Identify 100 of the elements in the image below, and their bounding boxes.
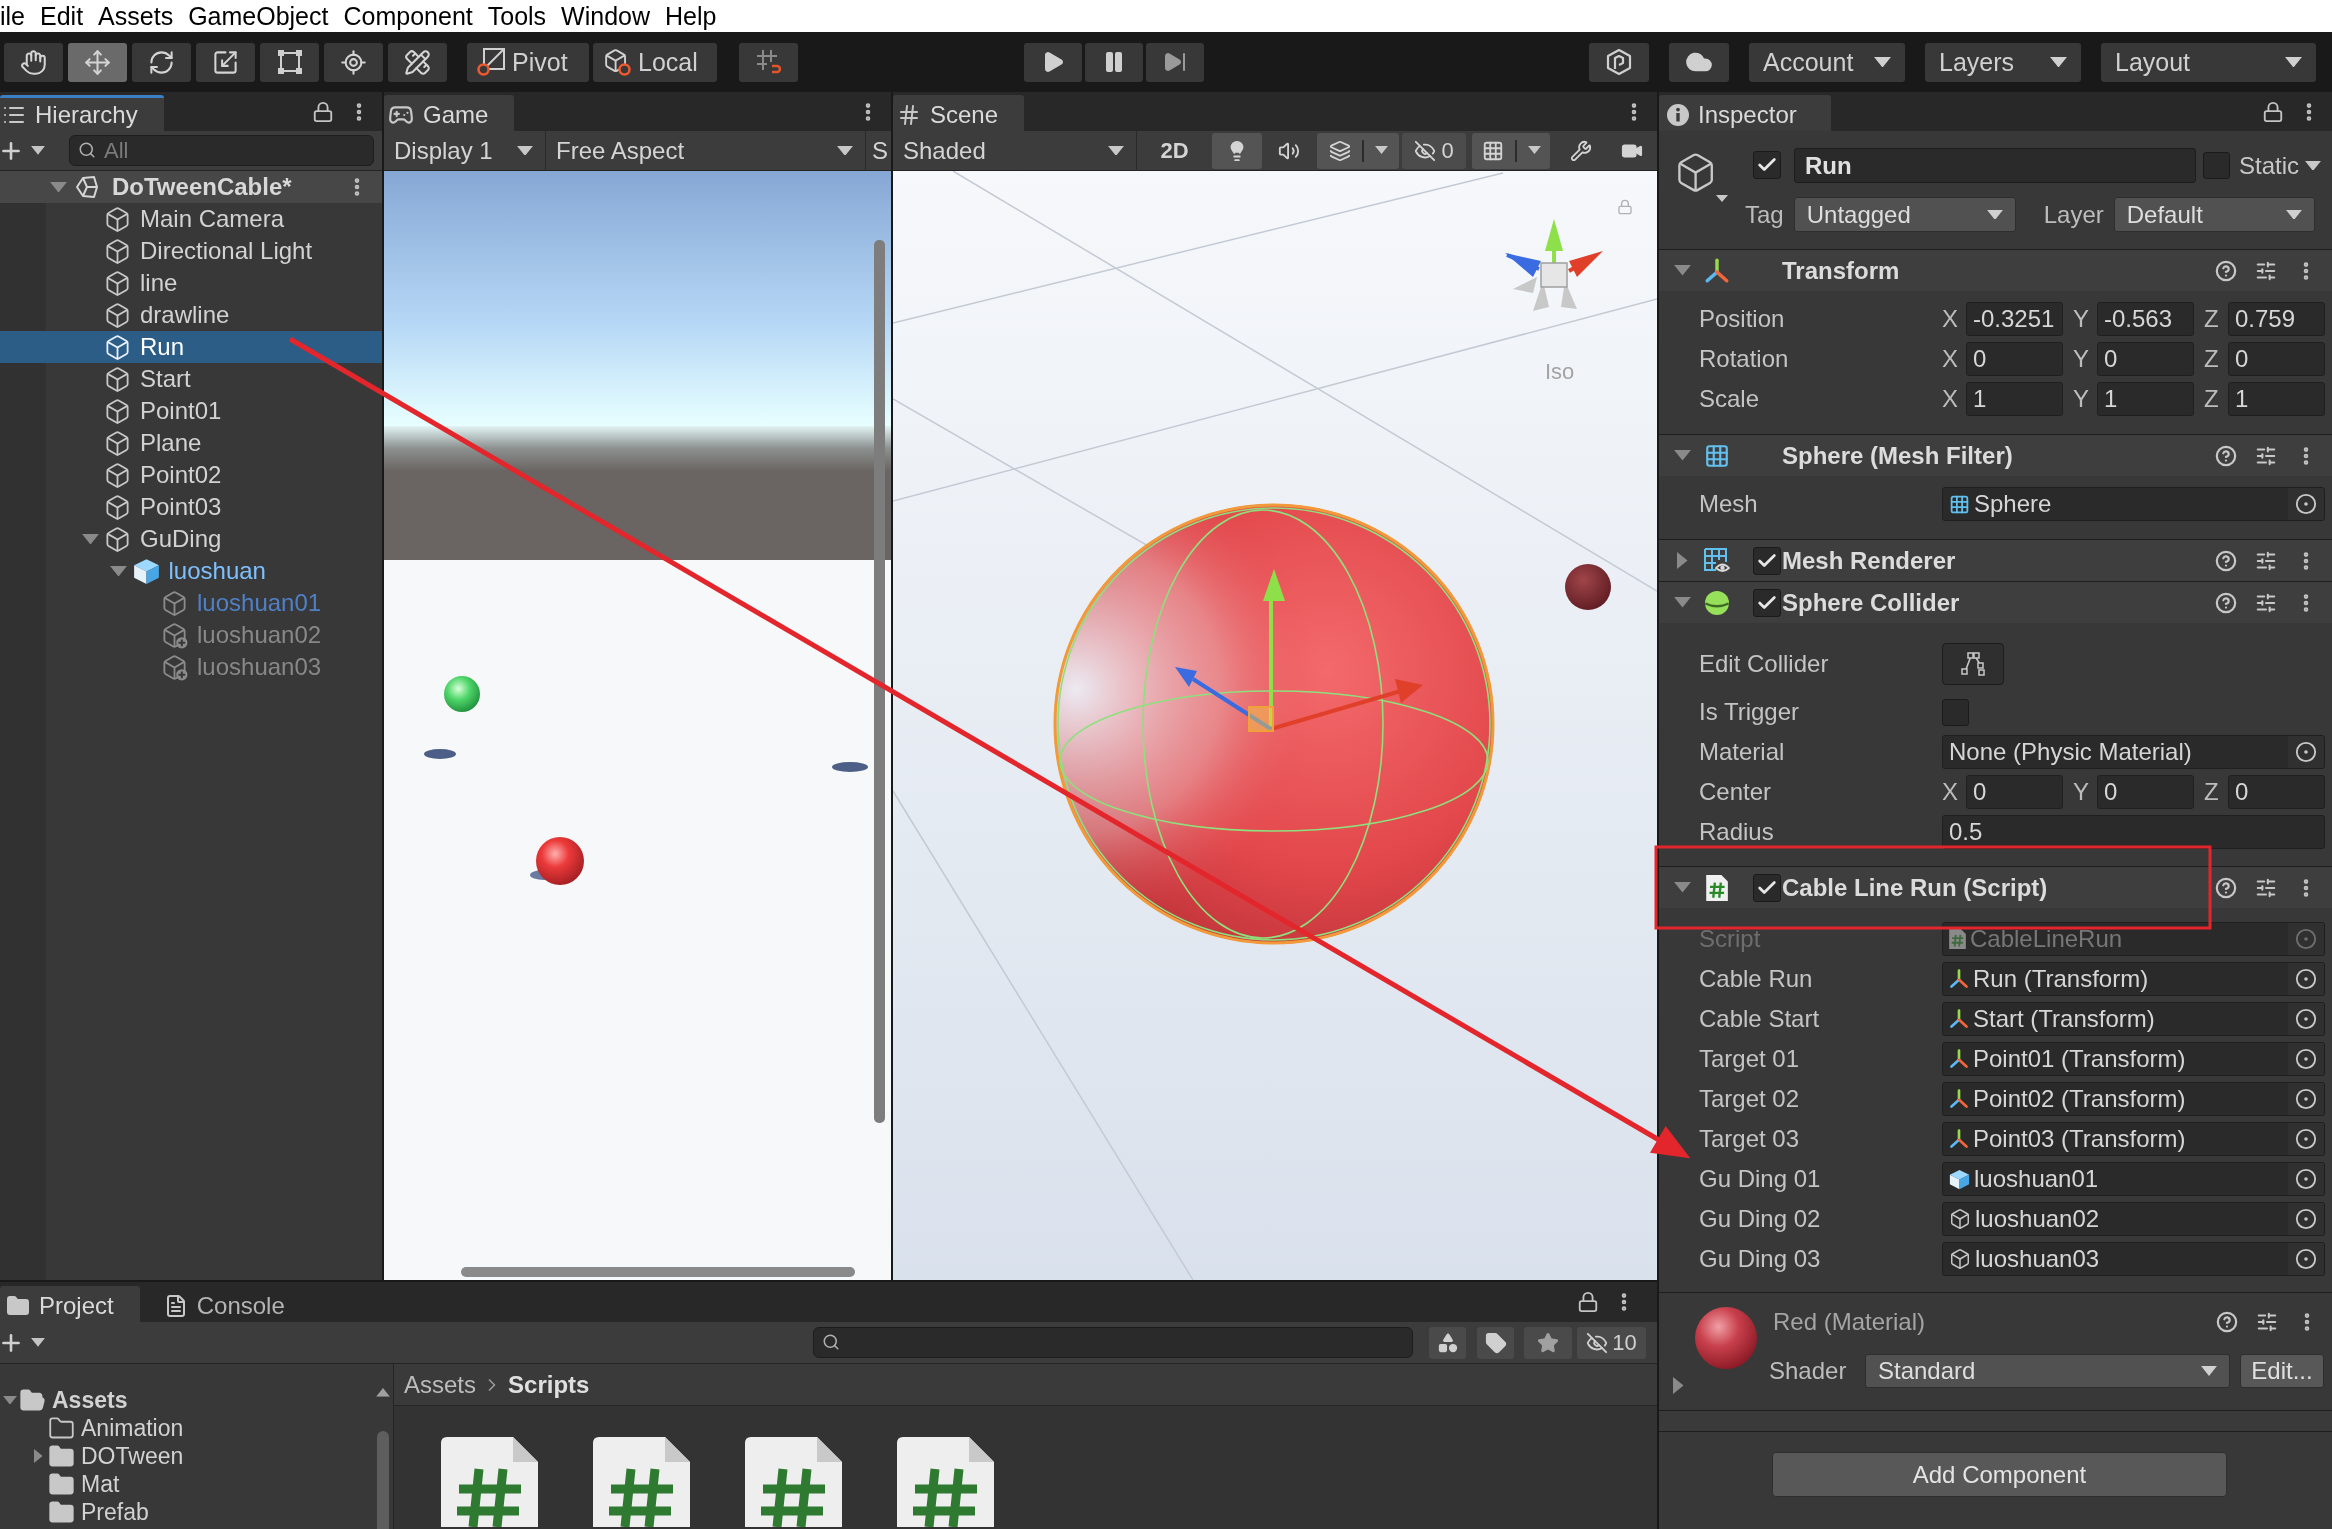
tool-button[interactable]	[132, 42, 191, 82]
layout-dropdown[interactable]: Layout	[2101, 42, 2316, 82]
object-field[interactable]: Point01 (Transform)	[1942, 1042, 2325, 1076]
number-field[interactable]: -0.563	[2097, 302, 2194, 336]
script-file-icon[interactable]	[593, 1437, 690, 1527]
name-field[interactable]: Run	[1794, 148, 2196, 183]
snap-button[interactable]	[739, 42, 798, 82]
foldout-arrow-icon[interactable]	[1677, 552, 1688, 569]
collab-button[interactable]	[1589, 42, 1649, 82]
target-icon[interactable]	[2295, 493, 2317, 515]
preset-sliders-icon[interactable]	[2255, 591, 2277, 614]
hierarchy-item[interactable]: Main Camera	[0, 203, 382, 235]
hierarchy-item[interactable]: Plane	[0, 427, 382, 459]
menu-item[interactable]: Component	[343, 0, 473, 32]
hierarchy-item[interactable]: Directional Light	[0, 235, 382, 267]
preset-sliders-icon[interactable]	[2255, 876, 2277, 899]
number-field[interactable]: 0	[2097, 342, 2194, 376]
target-icon[interactable]	[2295, 968, 2317, 990]
hierarchy-item[interactable]: GuDing	[0, 523, 382, 555]
help-icon[interactable]	[2216, 1311, 2238, 1333]
number-field[interactable]: 1	[2228, 382, 2325, 416]
hierarchy-item[interactable]: Point03	[0, 491, 382, 523]
object-field[interactable]: luoshuan02	[1942, 1202, 2325, 1236]
script-file-icon[interactable]	[897, 1437, 994, 1527]
tool-button[interactable]	[4, 42, 63, 82]
lock-icon[interactable]	[312, 100, 334, 123]
object-field[interactable]: luoshuan01	[1942, 1162, 2325, 1196]
target-icon[interactable]	[2295, 1048, 2317, 1070]
target-icon[interactable]	[2295, 741, 2317, 763]
target-icon[interactable]	[2295, 1008, 2317, 1030]
add-component-button[interactable]: Add Component	[1772, 1452, 2227, 1497]
lighting-toggle[interactable]	[1212, 132, 1262, 169]
preset-sliders-icon[interactable]	[2255, 549, 2277, 572]
panel-tab[interactable]: Project	[0, 1286, 140, 1322]
static-dropdown[interactable]: Static	[2238, 148, 2321, 183]
enable-checkbox[interactable]	[1753, 546, 1781, 575]
script-file-icon[interactable]	[441, 1437, 538, 1527]
shader-dropdown[interactable]: Standard	[1865, 1354, 2230, 1388]
foldout-arrow-icon[interactable]	[1674, 882, 1691, 893]
number-field[interactable]: 0	[1966, 342, 2063, 376]
number-field[interactable]: 0.759	[2228, 302, 2325, 336]
preset-sliders-icon[interactable]	[2256, 1311, 2278, 1333]
target-icon[interactable]	[2295, 1168, 2317, 1190]
active-checkbox[interactable]	[1753, 151, 1781, 179]
effects-toggle[interactable]	[1317, 132, 1399, 169]
tool-button[interactable]	[388, 42, 447, 82]
menu-item[interactable]: Window	[561, 0, 651, 32]
panel-tab[interactable]: Inspector	[1659, 95, 1831, 131]
object-field[interactable]: None (Physic Material)	[1942, 735, 2325, 769]
menu-item[interactable]: Tools	[487, 0, 547, 32]
enable-checkbox[interactable]	[1753, 873, 1781, 902]
tool-button[interactable]	[196, 42, 255, 82]
scrollbar-thumb[interactable]	[376, 1430, 389, 1529]
layers-dropdown[interactable]: Layers	[1925, 42, 2081, 82]
target-icon[interactable]	[2295, 1248, 2317, 1270]
menu-item[interactable]: Help	[665, 0, 717, 32]
tool-button[interactable]	[68, 42, 127, 82]
hidden-objects-button[interactable]: 0	[1402, 132, 1466, 169]
breadcrumb-link[interactable]: Assets	[404, 1370, 477, 1399]
caret-icon[interactable]	[1374, 146, 1388, 155]
type-filter-button[interactable]	[1429, 1326, 1466, 1359]
folder-item[interactable]: Animation	[0, 1414, 372, 1442]
foldout-arrow-icon[interactable]	[1674, 265, 1691, 276]
panel-tab[interactable]: Scene	[893, 95, 1025, 131]
tool-button[interactable]	[260, 42, 319, 82]
hierarchy-item[interactable]: line	[0, 267, 382, 299]
checkbox[interactable]	[1942, 698, 1969, 726]
object-field[interactable]: Point03 (Transform)	[1942, 1122, 2325, 1156]
search-field[interactable]: All	[69, 135, 374, 166]
static-checkbox[interactable]	[2202, 152, 2230, 179]
foldout-arrow-icon[interactable]	[110, 565, 127, 577]
favorites-button[interactable]	[1524, 1326, 1572, 1359]
object-field[interactable]: Start (Transform)	[1942, 1002, 2325, 1036]
folder-item[interactable]: Prefab	[0, 1498, 372, 1526]
help-icon[interactable]	[2215, 876, 2237, 899]
foldout-arrow-icon[interactable]	[1674, 450, 1691, 461]
menu-item[interactable]: GameObject	[188, 0, 329, 32]
grid-toggle[interactable]	[1472, 132, 1550, 169]
draw-mode-dropdown[interactable]: Shaded	[893, 130, 1137, 171]
step-button[interactable]	[1146, 42, 1204, 82]
hierarchy-item[interactable]: Point01	[0, 395, 382, 427]
layer-dropdown[interactable]: Default	[2113, 197, 2315, 232]
tag-dropdown[interactable]: Untagged	[1793, 197, 2016, 232]
number-field[interactable]: 0	[2097, 775, 2194, 809]
cloud-button[interactable]	[1669, 42, 1729, 82]
number-field[interactable]: -0.3251	[1966, 302, 2063, 336]
scroll-up-arrow-icon[interactable]	[375, 1388, 390, 1397]
hierarchy-item[interactable]: drawline	[0, 299, 382, 331]
object-field[interactable]: Point02 (Transform)	[1942, 1082, 2325, 1116]
account-dropdown[interactable]: Account	[1749, 42, 1905, 82]
caret-icon[interactable]	[1527, 146, 1541, 155]
folder-item[interactable]: Mat	[0, 1470, 372, 1498]
pivot-button[interactable]: Pivot	[467, 42, 589, 82]
display-dropdown[interactable]: Display 1	[384, 130, 546, 171]
foldout-arrow-icon[interactable]	[1674, 597, 1691, 608]
lock-icon[interactable]	[2262, 100, 2284, 123]
number-field[interactable]: 0	[2228, 775, 2325, 809]
aspect-dropdown[interactable]: Free Aspect	[546, 130, 866, 171]
number-field[interactable]: 1	[1966, 382, 2063, 416]
hierarchy-item[interactable]: luoshuan	[0, 555, 382, 587]
